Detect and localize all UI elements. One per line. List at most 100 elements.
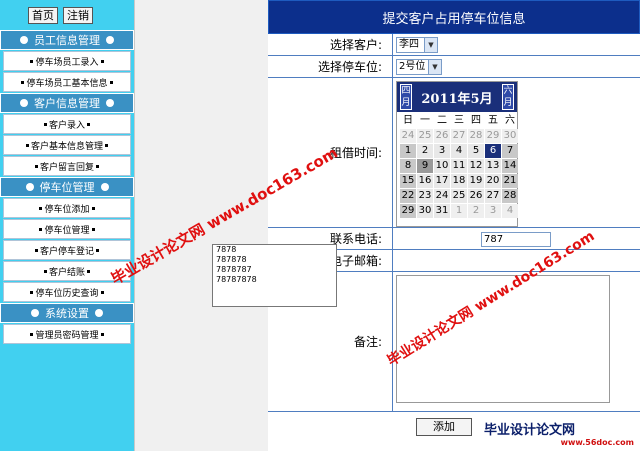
sidebar-item-label: 停车位管理: [44, 225, 90, 236]
calendar-day[interactable]: 28: [502, 189, 518, 203]
bullet-icon: [100, 332, 104, 336]
weekday-header: 三: [454, 115, 464, 126]
section-title: 员工信息管理: [34, 34, 100, 47]
sidebar-item-label: 客户录入: [48, 120, 85, 131]
calendar-day[interactable]: 5: [468, 144, 484, 158]
calendar-day[interactable]: 18: [451, 174, 467, 188]
calendar-day[interactable]: 17: [434, 174, 450, 188]
calendar-day[interactable]: 30: [502, 129, 518, 143]
calendar-day[interactable]: 29: [485, 129, 501, 143]
autocomplete-item[interactable]: 7878: [216, 245, 336, 255]
sidebar-item-space-add[interactable]: 停车位添加: [3, 198, 131, 218]
calendar-day[interactable]: 31: [434, 204, 450, 218]
calendar-day[interactable]: 25: [417, 129, 433, 143]
calendar-day[interactable]: 1: [400, 144, 416, 158]
calendar-title: 2011年5月: [421, 91, 493, 107]
calendar-day[interactable]: 27: [451, 129, 467, 143]
bullet-icon: [109, 80, 113, 84]
sidebar-item-customer-entry[interactable]: 客户录入: [3, 114, 131, 134]
space-label: 选择停车位:: [268, 56, 393, 77]
section-customer[interactable]: 客户信息管理: [0, 93, 134, 113]
note-textarea[interactable]: [396, 275, 610, 403]
calendar-day[interactable]: 28: [468, 129, 484, 143]
logo-text: 毕业设计论文网: [484, 423, 576, 438]
calendar-day[interactable]: 22: [400, 189, 416, 203]
calendar-day[interactable]: 14: [502, 159, 518, 173]
calendar-day[interactable]: 13: [485, 159, 501, 173]
calendar-day[interactable]: 8: [400, 159, 416, 173]
bullet-icon: [96, 164, 99, 168]
section-parking[interactable]: 停车位管理: [0, 177, 134, 197]
calendar-day[interactable]: 26: [468, 189, 484, 203]
customer-label: 选择客户:: [268, 34, 393, 55]
sidebar-item-parking-register[interactable]: 客户停车登记: [3, 240, 131, 260]
home-button[interactable]: 首页: [28, 7, 58, 24]
calendar-day[interactable]: 3: [434, 144, 450, 158]
sidebar-item-customer-reply[interactable]: 客户留言回复: [3, 156, 131, 176]
section-settings[interactable]: 系统设置: [0, 303, 134, 323]
sidebar-item-customer-info[interactable]: 客户基本信息管理: [3, 135, 131, 155]
autocomplete-item[interactable]: 78787878: [216, 275, 336, 285]
calendar-day[interactable]: 15: [400, 174, 416, 188]
sidebar-item-space-manage[interactable]: 停车位管理: [3, 219, 131, 239]
sidebar-item-checkout[interactable]: 客户结账: [3, 261, 131, 281]
phone-cell: 787: [393, 228, 640, 249]
calendar-day[interactable]: 16: [417, 174, 433, 188]
add-button[interactable]: 添加: [416, 418, 472, 436]
calendar-day[interactable]: 29: [400, 204, 416, 218]
space-select[interactable]: 2号位 ▼: [396, 59, 442, 75]
prev-month-button[interactable]: 四月: [400, 84, 412, 110]
calendar-day[interactable]: 2: [417, 144, 433, 158]
sidebar-item-label: 停车场员工录入: [35, 57, 99, 68]
bullet-icon: [91, 227, 95, 231]
sidebar-item-label: 停车位添加: [44, 204, 90, 215]
calendar-day[interactable]: 9: [417, 159, 433, 173]
calendar-day[interactable]: 6: [485, 144, 501, 158]
section-employee[interactable]: 员工信息管理: [0, 30, 134, 50]
space-cell: 2号位 ▼: [393, 56, 640, 77]
calendar-day[interactable]: 25: [451, 189, 467, 203]
sidebar-item-employee-info[interactable]: 停车场员工基本信息: [3, 72, 131, 92]
spacer-column: [134, 0, 268, 451]
calendar-day[interactable]: 24: [400, 129, 416, 143]
calendar-day[interactable]: 26: [434, 129, 450, 143]
autocomplete-item[interactable]: 787878: [216, 255, 336, 265]
sidebar-item-employee-entry[interactable]: 停车场员工录入: [3, 51, 131, 71]
bullet-icon: [30, 332, 34, 336]
calendar-day[interactable]: 2: [468, 204, 484, 218]
calendar-day[interactable]: 10: [434, 159, 450, 173]
customer-select[interactable]: 李四 ▼: [396, 37, 438, 53]
calendar-grid: 日一二三四五六 24 25 26 27 28 29 30 1 2 3 4 5 6 7 8 9 10 11 12 13 14…: [397, 112, 518, 218]
calendar-day[interactable]: 19: [468, 174, 484, 188]
phone-input[interactable]: 787: [481, 232, 551, 247]
bullet-icon: [87, 122, 90, 126]
calendar-day[interactable]: 27: [485, 189, 501, 203]
logout-button[interactable]: 注销: [63, 7, 93, 24]
sidebar-item-history[interactable]: 停车位历史查询: [3, 282, 131, 302]
bullet-icon: [43, 269, 47, 273]
next-month-button[interactable]: 六月: [501, 84, 514, 110]
main-form: 提交客户占用停车位信息 选择客户: 李四 ▼ 选择停车位: 2号位 ▼ 租借时间…: [268, 0, 640, 451]
calendar-day[interactable]: 24: [434, 189, 450, 203]
row-space: 选择停车位: 2号位 ▼: [268, 56, 640, 78]
calendar-day[interactable]: 7: [502, 144, 518, 158]
bullet-icon: [100, 290, 104, 294]
note-cell: [393, 272, 640, 411]
calendar-day[interactable]: 4: [451, 144, 467, 158]
calendar-day[interactable]: 21: [502, 174, 518, 188]
autocomplete-item[interactable]: 7878787: [216, 265, 336, 275]
calendar-day[interactable]: 23: [417, 189, 433, 203]
weekday-header: 日: [403, 115, 413, 126]
form-header: 提交客户占用停车位信息: [268, 0, 640, 34]
sidebar-item-password[interactable]: 管理员密码管理: [3, 324, 131, 344]
calendar-day[interactable]: 3: [485, 204, 501, 218]
calendar-day[interactable]: 20: [485, 174, 501, 188]
calendar-day[interactable]: 4: [502, 204, 518, 218]
calendar-day[interactable]: 1: [451, 204, 467, 218]
calendar-day[interactable]: 11: [451, 159, 467, 173]
calendar-day[interactable]: 30: [417, 204, 433, 218]
bullet-icon: [25, 183, 34, 191]
bullet-icon: [87, 269, 90, 273]
bullet-icon: [105, 143, 108, 147]
calendar-day[interactable]: 12: [468, 159, 484, 173]
